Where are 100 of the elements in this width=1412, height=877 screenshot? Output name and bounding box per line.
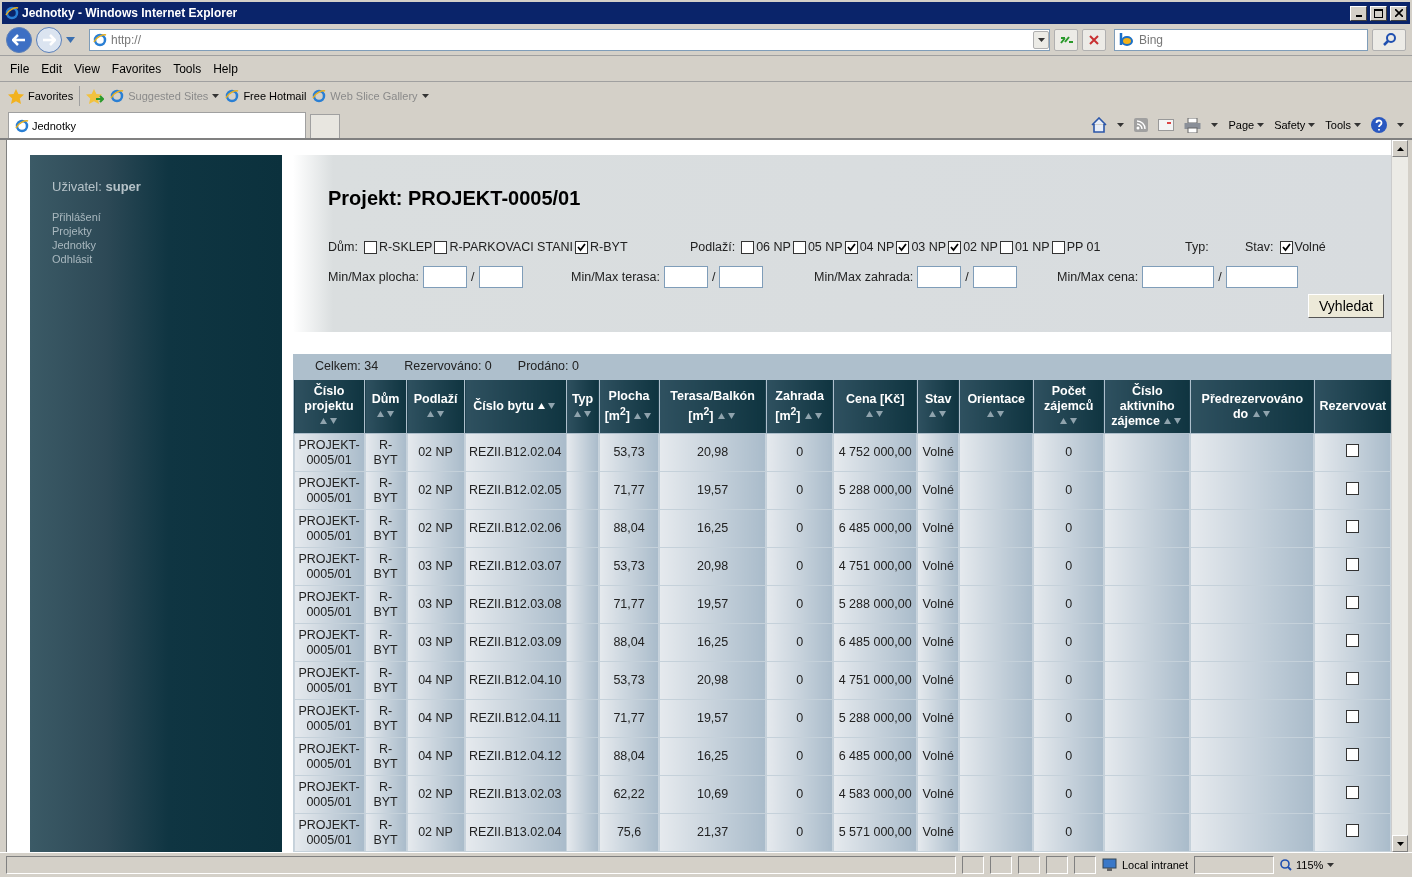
back-arrow-icon — [12, 33, 26, 46]
close-button[interactable] — [1390, 5, 1407, 21]
stop-button[interactable] — [1082, 28, 1106, 51]
print-icon[interactable] — [1184, 117, 1202, 133]
max-input[interactable] — [478, 266, 523, 288]
column-header[interactable]: Předrezervováno do — [1190, 379, 1315, 434]
home-icon[interactable] — [1091, 117, 1108, 133]
forward-button[interactable] — [36, 26, 62, 53]
scroll-down-button[interactable] — [1392, 835, 1408, 852]
favorites-item[interactable]: Free Hotmail — [225, 89, 307, 103]
window-title: Jednotky - Windows Internet Explorer — [22, 6, 239, 20]
reserve-checkbox[interactable] — [1346, 596, 1360, 609]
reserve-checkbox[interactable] — [1346, 558, 1360, 571]
reserve-checkbox[interactable] — [1346, 710, 1360, 723]
summary-text: Prodáno: 0 — [517, 359, 579, 374]
feed-icon[interactable] — [1134, 118, 1149, 132]
range-label: Min/Max terasa: — [571, 270, 660, 284]
scroll-up-button[interactable] — [1392, 140, 1408, 157]
sidebar-link[interactable]: Jednotky — [52, 238, 260, 252]
column-header[interactable]: Dům — [364, 379, 407, 434]
table-cell: 21,37 — [659, 813, 767, 852]
reserve-checkbox[interactable] — [1346, 824, 1360, 837]
checkbox[interactable] — [896, 240, 910, 254]
column-header[interactable]: Stav — [917, 379, 960, 434]
column-header[interactable]: Počet zájemců — [1033, 379, 1105, 434]
dropdown-icon[interactable] — [1033, 30, 1049, 49]
column-header[interactable]: Číslo aktivního zájemce — [1104, 379, 1191, 434]
column-header[interactable]: Číslo bytu — [464, 379, 567, 434]
sort-icon[interactable] — [537, 402, 558, 410]
min-input[interactable] — [423, 266, 467, 288]
checkbox[interactable] — [575, 240, 588, 254]
column-header[interactable]: Číslo projektu — [293, 379, 365, 434]
command-menu[interactable]: Safety — [1274, 119, 1316, 131]
column-header[interactable]: Zahrada [m$^{2}$] — [766, 379, 834, 434]
search-field[interactable]: Bing — [1114, 28, 1368, 51]
reserve-checkbox[interactable] — [1346, 444, 1360, 457]
sidebar-link[interactable]: Odhlásit — [52, 252, 260, 266]
browser-tab[interactable]: Jednotky — [8, 112, 306, 138]
menu-item[interactable]: Favorites — [107, 59, 166, 78]
checkbox[interactable] — [844, 240, 858, 254]
menu-item[interactable]: Tools — [169, 59, 206, 78]
minimize-button[interactable] — [1350, 5, 1367, 21]
help-icon[interactable] — [1371, 117, 1387, 133]
reserve-checkbox[interactable] — [1346, 748, 1360, 761]
column-header[interactable]: Cena [Kč] — [833, 379, 918, 434]
range-label: Min/Max plocha: — [328, 270, 419, 284]
search-button[interactable] — [1372, 28, 1406, 51]
favorites-item[interactable]: Favorites — [8, 88, 74, 104]
back-button[interactable] — [6, 26, 32, 53]
filter-label: Dům: — [328, 240, 358, 254]
max-input[interactable] — [1225, 266, 1298, 288]
checkbox[interactable] — [1051, 240, 1065, 254]
menu-item[interactable]: View — [70, 59, 104, 78]
column-header[interactable]: Terasa/Balkón [m$^{2}$] — [659, 379, 767, 434]
reserve-checkbox[interactable] — [1346, 786, 1360, 799]
column-header[interactable]: Typ — [566, 379, 600, 434]
command-menu[interactable]: Page — [1228, 119, 1265, 131]
table-cell: 20,98 — [659, 433, 767, 472]
sidebar-link[interactable]: Projekty — [52, 224, 260, 238]
checkbox[interactable] — [1279, 240, 1293, 254]
zoom-control[interactable]: 115% — [1280, 859, 1335, 871]
checkbox[interactable] — [999, 240, 1013, 254]
table-cell: 03 NP — [406, 547, 465, 586]
sidebar-link[interactable]: Přihlášení — [52, 210, 260, 224]
min-input[interactable] — [1142, 266, 1215, 288]
checkbox[interactable] — [434, 240, 448, 254]
table-cell: 19,57 — [659, 699, 767, 738]
reserve-checkbox[interactable] — [1346, 634, 1360, 647]
column-header[interactable]: Rezervovat — [1314, 379, 1391, 434]
table-cell: REZII.B12.04.10 — [464, 661, 567, 700]
menu-item[interactable]: Edit — [37, 59, 67, 78]
table-cell: 4 583 000,00 — [833, 775, 918, 814]
scrollbar[interactable] — [1391, 140, 1408, 852]
maximize-button[interactable] — [1370, 5, 1387, 21]
caret-icon — [1117, 123, 1125, 127]
command-menu[interactable]: Tools — [1325, 119, 1361, 131]
table-cell: PROJEKT-0005/01 — [293, 547, 365, 586]
column-header[interactable]: Plocha [m$^{2}$] — [599, 379, 660, 434]
reserve-checkbox[interactable] — [1346, 482, 1360, 495]
refresh-button[interactable] — [1054, 28, 1078, 51]
address-field[interactable]: http:// — [89, 28, 1050, 51]
menu-item[interactable]: Help — [209, 59, 242, 78]
column-header[interactable]: Podlaží — [406, 379, 465, 434]
caret-icon — [421, 94, 429, 98]
max-input[interactable] — [719, 266, 764, 288]
reserve-checkbox[interactable] — [1346, 672, 1360, 685]
checkbox[interactable] — [741, 240, 755, 254]
table-cell: REZII.B12.02.04 — [464, 433, 567, 472]
min-input[interactable] — [663, 266, 708, 288]
checkbox[interactable] — [948, 240, 962, 254]
menu-item[interactable]: File — [6, 59, 34, 78]
mail-icon[interactable] — [1158, 119, 1175, 131]
column-header[interactable]: Orientace — [959, 379, 1034, 434]
checkbox[interactable] — [363, 240, 377, 254]
max-input[interactable] — [972, 266, 1017, 288]
reserve-checkbox[interactable] — [1346, 520, 1360, 533]
checkbox[interactable] — [792, 240, 806, 254]
summary-text: Celkem: 34 — [315, 359, 379, 374]
search-button[interactable]: Vyhledat — [1308, 294, 1384, 318]
min-input[interactable] — [917, 266, 962, 288]
